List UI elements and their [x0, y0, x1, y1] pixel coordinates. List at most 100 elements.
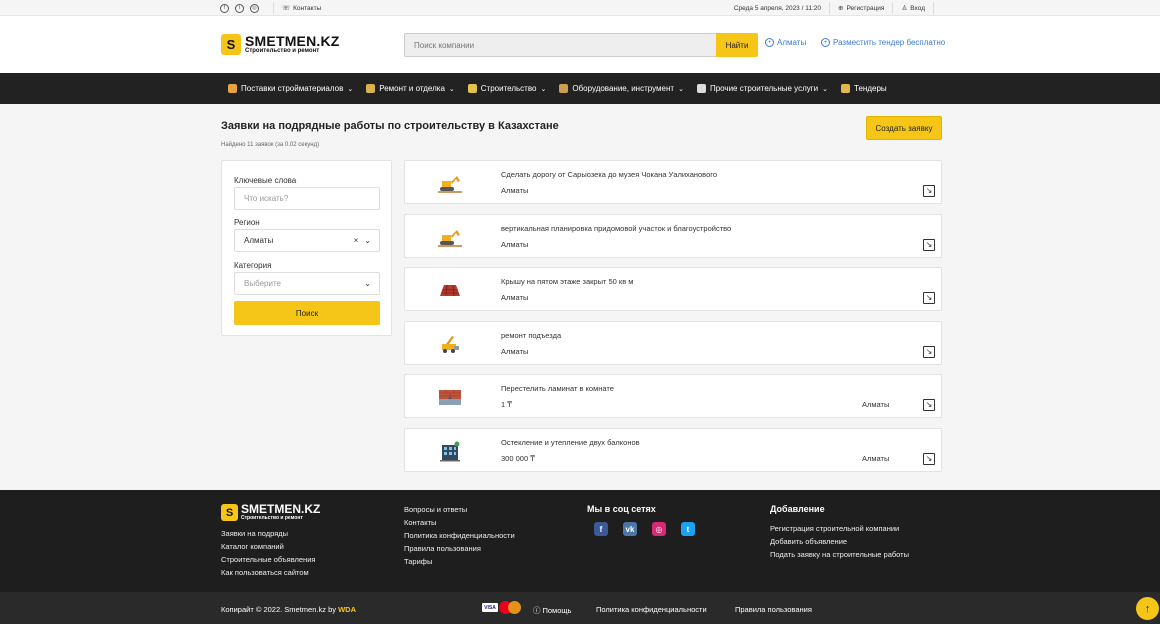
request-title[interactable]: Перестелить ламинат в комнате	[501, 384, 614, 393]
chevron-down-icon: ⌄	[347, 85, 354, 93]
post-tender-link[interactable]: + Разместить тендер бесплатно	[821, 38, 945, 47]
logo-subtitle: Строительство и ремонт	[245, 47, 320, 54]
request-title[interactable]: Крышу на пятом этаже закрыт 50 кв м	[501, 277, 633, 286]
tools-icon	[559, 84, 569, 93]
nav-item[interactable]: Строительство ⌄	[467, 84, 547, 93]
request-card[interactable]: Сделать дорогу от Сарыозека до музея Чок…	[404, 160, 942, 204]
plus-icon: +	[821, 38, 830, 47]
request-card[interactable]: Перестелить ламинат в комнате 1 ₸ Алматы ↘	[404, 374, 942, 419]
filter-panel: Ключевые слова Что искать? Регион Алматы…	[221, 160, 392, 336]
location-icon: •	[765, 38, 774, 47]
facebook-icon[interactable]: f	[220, 3, 229, 13]
nav-item[interactable]: Оборудование, инструмент ⌄	[559, 84, 684, 93]
open-request-icon[interactable]: ↘	[923, 185, 935, 197]
open-request-icon[interactable]: ↘	[923, 345, 935, 358]
wall-icon	[438, 387, 462, 408]
open-request-icon[interactable]: ↘	[923, 453, 935, 465]
chevron-down-icon: ⌄	[364, 236, 371, 245]
facebook-icon[interactable]: f	[594, 522, 608, 536]
footer-link[interactable]: Правила пользования	[404, 542, 515, 555]
chevron-down-icon: ⌄	[678, 85, 684, 93]
wda-link[interactable]: WDA	[338, 605, 356, 614]
city-selector[interactable]: • Алматы	[765, 38, 806, 47]
footer-link[interactable]: Каталог компаний	[221, 540, 320, 553]
request-city: Алматы	[862, 400, 890, 410]
divider	[933, 2, 934, 14]
open-request-icon[interactable]: ↘	[923, 399, 935, 412]
request-meta: Алматы	[501, 186, 529, 195]
request-city: Алматы	[862, 454, 890, 463]
visa-icon: VISA	[482, 603, 498, 612]
divider	[829, 2, 830, 14]
request-card[interactable]: Крышу на пятом этаже закрыт 50 кв м Алмат…	[404, 267, 942, 312]
logo-title: SMETMEN.KZ	[245, 32, 340, 49]
login-link[interactable]: ♙ Вход	[901, 4, 925, 13]
request-meta: Алматы	[501, 293, 529, 303]
clear-icon[interactable]: ×	[354, 236, 359, 245]
request-title[interactable]: ремонт подъезда	[501, 331, 561, 340]
rules-link[interactable]: Правила пользования	[735, 605, 812, 614]
materials-icon	[228, 84, 237, 93]
request-card[interactable]: ремонт подъезда Алматы ↘	[404, 320, 942, 365]
vk-icon[interactable]: vk	[623, 522, 637, 536]
search-button[interactable]: Найти	[716, 33, 758, 57]
main-nav: Поставки стройматериалов ⌄ Ремонт и отделк…	[0, 73, 1160, 104]
roof-icon	[438, 280, 462, 301]
open-request-icon[interactable]: ↘	[923, 238, 935, 251]
datetime: Среда 5 апреля, 2023 / 11:20	[733, 4, 821, 12]
request-title[interactable]: Сделать дорогу от Сарыозека до музея Чок…	[501, 170, 717, 179]
nav-item[interactable]: Тендеры	[841, 84, 887, 93]
footer-link[interactable]: Контакты	[404, 516, 515, 529]
request-card[interactable]: Остекление и утепление двух балконов 300 …	[404, 428, 942, 472]
results-count: Найдено 11 заявок (за 0.02 секунд)	[221, 142, 320, 148]
instagram-icon[interactable]: ◎	[250, 3, 259, 13]
nav-item[interactable]: Прочие строительные услуги ⌄	[696, 84, 828, 93]
chevron-down-icon: ⌄	[448, 85, 455, 93]
filter-search-button[interactable]: Поиск	[234, 301, 380, 325]
excavator-icon	[438, 173, 462, 194]
nav-item[interactable]: Поставки стройматериалов ⌄	[228, 84, 353, 93]
region-select[interactable]: Алматы × ⌄	[234, 229, 380, 252]
logo-mark: S	[221, 504, 238, 521]
repair-icon	[366, 84, 376, 93]
top-bar: f t ◎ ☏ Контакты Среда 5 апреля, 2023 / 1…	[0, 0, 1160, 16]
create-request-button[interactable]: Создать заявку	[866, 116, 942, 140]
footer-link[interactable]: Политика конфиденциальности	[404, 529, 515, 542]
instagram-icon[interactable]: ◎	[652, 522, 666, 536]
footer-link[interactable]: Тарифы	[404, 555, 515, 568]
footer-link[interactable]: Вопросы и ответы	[404, 503, 515, 516]
divider	[273, 2, 274, 14]
logo-mark: S	[221, 34, 241, 55]
request-card[interactable]: вертикальная планировка придомовой участ…	[404, 213, 942, 258]
footer-link[interactable]: Подать заявку на строительные работы	[770, 548, 909, 561]
open-request-icon[interactable]: ↘	[923, 292, 935, 305]
footer-link[interactable]: Добавить объявление	[770, 535, 909, 548]
footer-logo[interactable]: S SMETMEN.KZ Строительство и ремонт	[221, 503, 320, 521]
category-select[interactable]: Выберите ⌄	[234, 272, 380, 295]
contacts-link[interactable]: ☏ Контакты	[282, 4, 321, 13]
copyright: Копирайт © 2022. Smetmen.kz by WDA	[221, 605, 356, 614]
chevron-down-icon: ⌄	[540, 85, 547, 93]
footer-link[interactable]: Строительные объявления	[221, 553, 320, 566]
user-icon: ♙	[901, 5, 908, 12]
keywords-input[interactable]: Что искать?	[234, 187, 380, 210]
twitter-icon[interactable]: t	[235, 3, 244, 13]
scroll-up-button[interactable]: ↑	[1136, 597, 1159, 620]
request-title[interactable]: Остекление и утепление двух балконов	[501, 438, 640, 447]
footer-link[interactable]: Регистрация строительной компании	[770, 522, 909, 535]
company-search: Найти	[404, 33, 758, 57]
twitter-icon[interactable]: t	[681, 522, 695, 536]
footer-link[interactable]: Заявки на подряды	[221, 527, 320, 540]
register-icon: ⊕	[838, 5, 844, 12]
site-logo[interactable]: S SMETMEN.KZ Строительство и ремонт	[221, 34, 340, 55]
excavator-icon	[438, 227, 462, 248]
footer: S SMETMEN.KZ Строительство и ремонт Заяв…	[0, 490, 1160, 592]
building-icon	[438, 441, 462, 462]
privacy-link[interactable]: Политика конфиденциальности	[596, 605, 707, 614]
request-title[interactable]: вертикальная планировка придомовой участ…	[501, 224, 731, 233]
help-link[interactable]: ⓘ Помощь	[533, 605, 571, 616]
nav-item[interactable]: Ремонт и отделка ⌄	[366, 84, 455, 93]
register-link[interactable]: ⊕ Регистрация	[838, 4, 884, 13]
company-search-input[interactable]	[404, 33, 716, 57]
footer-link[interactable]: Как пользоваться сайтом	[221, 566, 320, 579]
